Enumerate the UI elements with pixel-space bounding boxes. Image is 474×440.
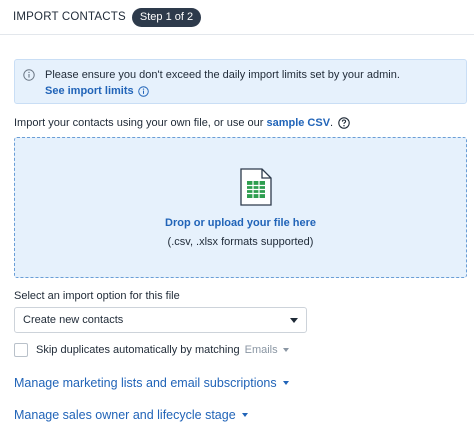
spreadsheet-file-icon — [240, 168, 272, 206]
import-option-label: Select an import option for this file — [14, 290, 180, 302]
see-import-limits-label: See import limits — [45, 85, 134, 97]
skip-duplicates-label: Skip duplicates automatically by matchin… — [36, 344, 240, 356]
import-intro: Import your contacts using your own file… — [14, 117, 350, 129]
file-dropzone[interactable]: Drop or upload your file here (.csv, .xl… — [14, 137, 467, 278]
match-field-dropdown[interactable]: Emails — [245, 344, 289, 356]
chevron-down-icon — [282, 348, 289, 352]
page-title: IMPORT CONTACTS — [13, 11, 126, 23]
sales-owner-expander[interactable]: Manage sales owner and lifecycle stage — [14, 408, 248, 422]
import-option-select[interactable]: Create new contacts — [14, 307, 307, 333]
sample-csv-link[interactable]: sample CSV — [266, 117, 330, 129]
step-badge: Step 1 of 2 — [131, 7, 202, 27]
sales-owner-label: Manage sales owner and lifecycle stage — [14, 408, 236, 422]
supported-formats-text: (.csv, .xlsx formats supported) — [167, 236, 314, 248]
modal-header: IMPORT CONTACTS Step 1 of 2 — [0, 0, 474, 35]
marketing-lists-expander[interactable]: Manage marketing lists and email subscri… — [14, 376, 289, 390]
info-circle-icon — [23, 69, 35, 81]
help-icon[interactable] — [338, 117, 350, 129]
import-option-value: Create new contacts — [23, 314, 124, 326]
info-circle-icon — [137, 85, 149, 97]
see-import-limits-link[interactable]: See import limits — [45, 85, 149, 97]
marketing-lists-label: Manage marketing lists and email subscri… — [14, 376, 277, 390]
intro-suffix: . — [330, 117, 334, 129]
import-limit-notice: Please ensure you don't exceed the daily… — [14, 59, 467, 104]
skip-duplicates-row: Skip duplicates automatically by matchin… — [14, 343, 289, 357]
match-field-value: Emails — [244, 344, 278, 356]
notice-text: Please ensure you don't exceed the daily… — [45, 69, 400, 81]
chevron-down-icon — [282, 381, 289, 385]
chevron-down-icon — [241, 413, 248, 417]
chevron-down-icon — [290, 318, 298, 323]
upload-file-link[interactable]: Drop or upload your file here — [15, 217, 466, 229]
intro-text: Import your contacts using your own file… — [14, 117, 264, 129]
skip-duplicates-checkbox[interactable] — [14, 343, 28, 357]
